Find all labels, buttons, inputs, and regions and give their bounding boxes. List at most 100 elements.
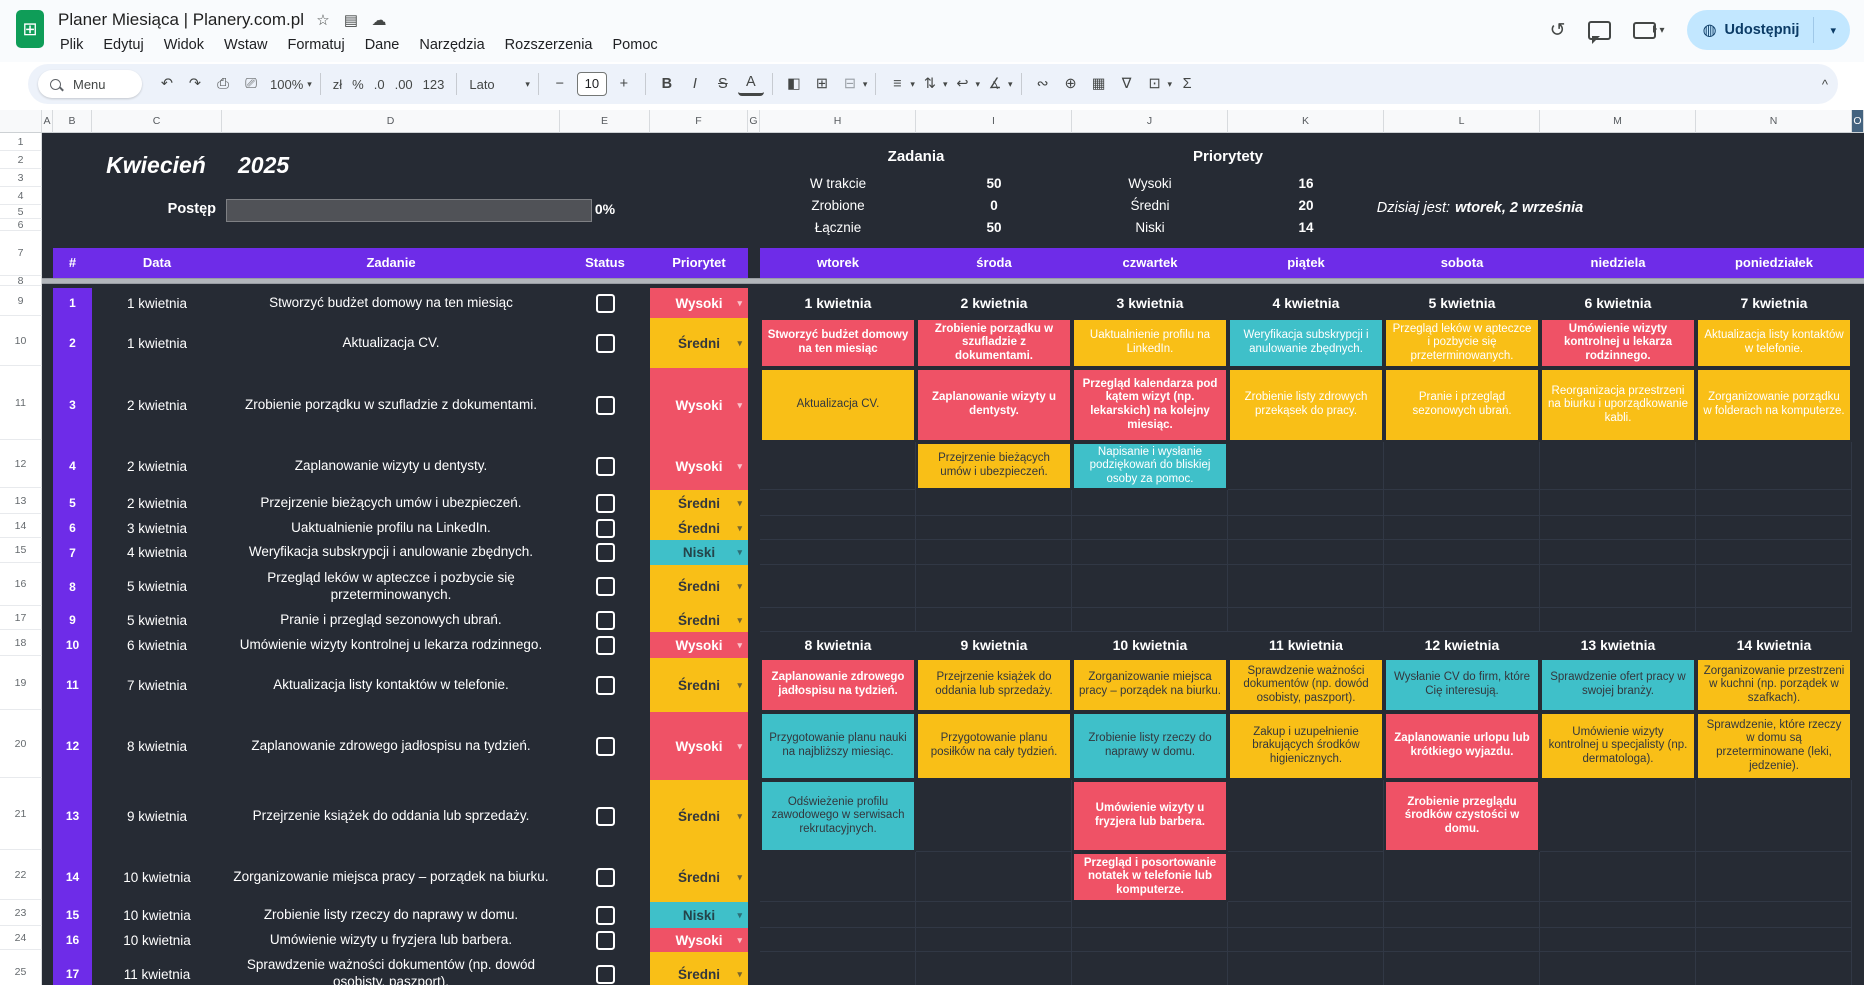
empty-cell[interactable] [1384, 928, 1540, 952]
calendar-date-header[interactable]: 1 kwietnia [760, 288, 916, 318]
calendar-task-cell[interactable]: Napisanie i wysłanie podziękowań do blis… [1072, 442, 1228, 490]
redo-button[interactable]: ↷ [182, 71, 208, 97]
empty-cell[interactable] [916, 565, 1072, 608]
calendar-task-cell[interactable]: Zaplanowanie wizyty u dentysty. [916, 368, 1072, 442]
column-header-J[interactable]: J [1072, 110, 1228, 133]
priority-dropdown[interactable]: Niski▾ [650, 540, 748, 565]
task-name-cell[interactable]: Zaplanowanie wizyty u dentysty. [222, 442, 560, 490]
zoom-select[interactable]: 100% [266, 77, 307, 92]
empty-cell[interactable] [1540, 780, 1696, 852]
task-name-cell[interactable]: Aktualizacja CV. [222, 318, 560, 368]
task-name-cell[interactable]: Zorganizowanie miejsca pracy – porządek … [222, 852, 560, 902]
empty-cell[interactable] [916, 928, 1072, 952]
empty-cell[interactable] [760, 852, 916, 902]
menu-wstaw[interactable]: Wstaw [214, 32, 278, 58]
calendar-task-cell[interactable]: Zakup i uzupełnienie brakujących środków… [1228, 712, 1384, 780]
bold-button[interactable]: B [654, 71, 680, 97]
row-header-25[interactable]: 25 [0, 950, 42, 985]
sheets-logo-icon[interactable]: ⊞ [16, 10, 44, 48]
empty-cell[interactable] [916, 780, 1072, 852]
column-header-M[interactable]: M [1540, 110, 1696, 133]
checkbox-unchecked[interactable] [596, 737, 615, 756]
empty-cell[interactable] [1228, 565, 1384, 608]
priority-dropdown[interactable]: Średni▾ [650, 658, 748, 712]
empty-cell[interactable] [916, 516, 1072, 540]
column-header-E[interactable]: E [560, 110, 650, 133]
column-header-N[interactable]: N [1696, 110, 1852, 133]
empty-cell[interactable] [1540, 565, 1696, 608]
empty-cell[interactable] [916, 608, 1072, 632]
calendar-task-cell[interactable]: Przegląd i posortowanie notatek w telefo… [1072, 852, 1228, 902]
task-status-cell[interactable] [560, 516, 650, 540]
calendar-task-cell[interactable]: Odświeżenie profilu zawodowego w serwisa… [760, 780, 916, 852]
row-header-9[interactable]: 9 [0, 286, 42, 316]
text-wrap-button[interactable]: ↩ [949, 71, 975, 97]
row-header-10[interactable]: 10 [0, 316, 42, 366]
task-status-cell[interactable] [560, 952, 650, 985]
empty-cell[interactable] [1384, 516, 1540, 540]
task-date-cell[interactable]: 7 kwietnia [92, 658, 222, 712]
calendar-task-cell[interactable]: Przygotowanie planu nauki na najbliższy … [760, 712, 916, 780]
task-date-cell[interactable]: 11 kwietnia [92, 952, 222, 985]
version-history-icon[interactable]: ↺ [1550, 19, 1566, 42]
task-name-cell[interactable]: Zaplanowanie zdrowego jadłospisu na tydz… [222, 712, 560, 780]
task-date-cell[interactable]: 2 kwietnia [92, 490, 222, 516]
calendar-task-cell[interactable]: Przegląd kalendarza pod kątem wizyt (np.… [1072, 368, 1228, 442]
calendar-date-header[interactable]: 13 kwietnia [1540, 632, 1696, 658]
task-row-number[interactable]: 8 [53, 565, 92, 608]
task-row-number[interactable]: 16 [53, 928, 92, 952]
task-name-cell[interactable]: Weryfikacja subskrypcji i anulowanie zbę… [222, 540, 560, 565]
task-status-cell[interactable] [560, 902, 650, 928]
empty-cell[interactable] [1384, 540, 1540, 565]
calendar-task-cell[interactable]: Weryfikacja subskrypcji i anulowanie zbę… [1228, 318, 1384, 368]
empty-cell[interactable] [760, 902, 916, 928]
column-header-O[interactable]: O [1852, 110, 1864, 133]
empty-cell[interactable] [1228, 902, 1384, 928]
empty-cell[interactable] [1696, 540, 1852, 565]
priority-dropdown[interactable]: Wysoki▾ [650, 288, 748, 318]
calendar-task-cell[interactable]: Uaktualnienie profilu na LinkedIn. [1072, 318, 1228, 368]
task-row-number[interactable]: 5 [53, 490, 92, 516]
checkbox-unchecked[interactable] [596, 807, 615, 826]
priority-dropdown[interactable]: Średni▾ [650, 565, 748, 608]
print-button[interactable]: ⎙ [210, 71, 236, 97]
task-row-number[interactable]: 1 [53, 288, 92, 318]
calendar-task-cell[interactable]: Zrobienie przeglądu środków czystości w … [1384, 780, 1540, 852]
text-color-button[interactable]: A [738, 72, 764, 96]
task-name-cell[interactable]: Przegląd leków w apteczce i pozbycie się… [222, 565, 560, 608]
empty-cell[interactable] [1696, 902, 1852, 928]
calendar-date-header[interactable]: 10 kwietnia [1072, 632, 1228, 658]
empty-cell[interactable] [1228, 442, 1384, 490]
calendar-task-cell[interactable]: Umówienie wizyty kontrolnej u lekarza ro… [1540, 318, 1696, 368]
empty-cell[interactable] [760, 608, 916, 632]
font-select[interactable]: Lato [465, 77, 525, 92]
row-header-12[interactable]: 12 [0, 440, 42, 488]
calendar-date-header[interactable]: 8 kwietnia [760, 632, 916, 658]
empty-cell[interactable] [1072, 516, 1228, 540]
column-header-F[interactable]: F [650, 110, 748, 133]
task-name-cell[interactable]: Stworzyć budżet domowy na ten miesiąc [222, 288, 560, 318]
priority-dropdown[interactable]: Niski▾ [650, 902, 748, 928]
task-status-cell[interactable] [560, 540, 650, 565]
empty-cell[interactable] [1540, 490, 1696, 516]
empty-cell[interactable] [1072, 490, 1228, 516]
menu-dane[interactable]: Dane [355, 32, 410, 58]
row-header-23[interactable]: 23 [0, 900, 42, 926]
empty-cell[interactable] [1540, 902, 1696, 928]
select-all-corner[interactable] [0, 110, 42, 133]
priority-dropdown[interactable]: Wysoki▾ [650, 712, 748, 780]
empty-cell[interactable] [1384, 608, 1540, 632]
menu-edytuj[interactable]: Edytuj [93, 32, 153, 58]
row-header-18[interactable]: 18 [0, 630, 42, 656]
task-date-cell[interactable]: 1 kwietnia [92, 318, 222, 368]
decrease-decimals-button[interactable]: .0 [370, 77, 389, 92]
calendar-date-header[interactable]: 2 kwietnia [916, 288, 1072, 318]
calendar-date-header[interactable]: 3 kwietnia [1072, 288, 1228, 318]
calendar-task-cell[interactable]: Umówienie wizyty u fryzjera lub barbera. [1072, 780, 1228, 852]
priority-dropdown[interactable]: Średni▾ [650, 952, 748, 985]
paint-format-button[interactable]: ⎚ [238, 71, 264, 97]
functions-button[interactable]: Σ [1174, 71, 1200, 97]
increase-decimals-button[interactable]: .00 [391, 77, 417, 92]
menu-narzędzia[interactable]: Narzędzia [409, 32, 494, 58]
comments-icon[interactable] [1588, 21, 1611, 40]
